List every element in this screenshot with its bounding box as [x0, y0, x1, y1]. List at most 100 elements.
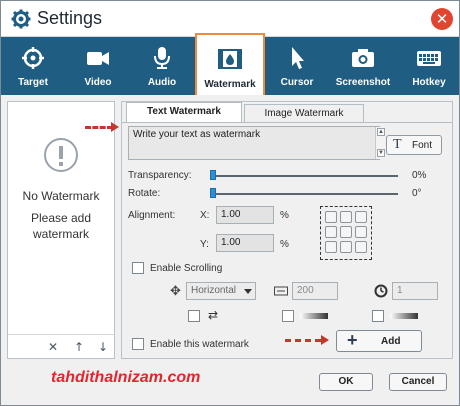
- tab-hotkey[interactable]: Hotkey: [399, 37, 459, 95]
- rotate-value: 0°: [412, 188, 422, 199]
- swap-icon: ⇄: [208, 308, 219, 322]
- enable-watermark-checkbox[interactable]: [132, 338, 144, 350]
- annotation-arrow-head: [111, 122, 119, 132]
- align-middle-right[interactable]: [355, 226, 367, 238]
- tab-label: Video: [84, 77, 112, 88]
- y-unit: %: [280, 239, 289, 250]
- cancel-button[interactable]: Cancel: [389, 373, 447, 391]
- tab-label: Audio: [147, 77, 177, 88]
- align-center[interactable]: [340, 226, 352, 238]
- align-middle-left[interactable]: [325, 226, 337, 238]
- tab-text-watermark[interactable]: Text Watermark: [126, 102, 242, 123]
- align-top-center[interactable]: [340, 211, 352, 223]
- tab-label: Target: [18, 77, 48, 88]
- scroll-speed-input[interactable]: 200: [292, 282, 338, 300]
- font-button[interactable]: T Font: [386, 135, 442, 155]
- font-button-label: Font: [412, 140, 433, 151]
- scroll-down-icon[interactable]: ▼: [377, 149, 385, 157]
- tab-screenshot[interactable]: Screenshot: [327, 37, 399, 95]
- target-icon: [22, 47, 44, 69]
- annotation-arrow-line: [285, 339, 321, 342]
- tab-watermark[interactable]: Watermark: [195, 33, 265, 95]
- alignment-grid: [320, 206, 372, 260]
- rotate-slider-thumb[interactable]: [210, 188, 216, 198]
- clock-icon: [374, 284, 388, 298]
- transparency-value: 0%: [412, 170, 427, 181]
- align-top-left[interactable]: [325, 211, 337, 223]
- chevron-down-icon: [244, 289, 252, 294]
- watermark-list: No Watermark Please add watermark ✕ ↑ ↓: [7, 101, 115, 359]
- text-scrollbar[interactable]: ▲ ▼: [375, 127, 385, 159]
- tab-video[interactable]: Video: [65, 37, 131, 95]
- empty-subtitle: Please add watermark: [30, 211, 92, 241]
- scroll-direction-select[interactable]: Horizontal: [186, 282, 256, 300]
- delete-icon[interactable]: ✕: [44, 338, 62, 356]
- empty-title: No Watermark: [22, 189, 100, 203]
- tab-audio[interactable]: Audio: [131, 37, 193, 95]
- plus-icon: +: [347, 330, 358, 350]
- enable-watermark-label: Enable this watermark: [150, 339, 249, 350]
- transparency-slider-thumb[interactable]: [210, 170, 216, 180]
- fade-in-gradient: [300, 313, 328, 319]
- tab-target[interactable]: Target: [1, 37, 65, 95]
- align-bottom-left[interactable]: [325, 241, 337, 253]
- rotate-slider[interactable]: [210, 193, 398, 195]
- move-up-icon[interactable]: ↑: [70, 338, 88, 356]
- exclamation-icon: [44, 138, 78, 172]
- settings-toolbar: Target Video Audio Watermark Cursor Scre…: [1, 33, 459, 95]
- watermark-text-value: Write your text as watermark: [133, 129, 261, 140]
- x-unit: %: [280, 210, 289, 221]
- scroll-direction-value: Horizontal: [191, 285, 237, 296]
- ok-button[interactable]: OK: [319, 373, 373, 391]
- close-button[interactable]: ✕: [431, 8, 453, 30]
- cursor-icon: [292, 47, 304, 69]
- transparency-slider[interactable]: [210, 175, 398, 177]
- x-position-input[interactable]: 1.00: [216, 206, 274, 224]
- video-camera-icon: [87, 52, 109, 65]
- scroll-up-icon[interactable]: ▲: [377, 128, 385, 136]
- font-icon: T: [393, 137, 402, 152]
- enable-scrolling-label: Enable Scrolling: [150, 263, 223, 274]
- fade-in-checkbox[interactable]: [282, 310, 294, 322]
- tab-label: Watermark: [204, 79, 256, 90]
- tab-label: Hotkey: [412, 77, 446, 88]
- watermark-editor: Text Watermark Image Watermark Write you…: [121, 101, 453, 359]
- annotation-arrow-head: [321, 335, 329, 345]
- microphone-icon: [154, 47, 170, 69]
- camera-icon: [352, 49, 374, 67]
- fade-out-gradient: [390, 313, 418, 319]
- watermark-icon: [218, 49, 242, 69]
- x-label: X:: [200, 210, 210, 221]
- add-button-label: Add: [381, 336, 401, 347]
- loop-checkbox[interactable]: [188, 310, 200, 322]
- align-bottom-center[interactable]: [340, 241, 352, 253]
- tab-divider: [122, 122, 452, 123]
- enable-scrolling-checkbox[interactable]: [132, 262, 144, 274]
- scroll-interval-input[interactable]: 1: [392, 282, 438, 300]
- speed-icon: [274, 286, 288, 296]
- move-down-icon[interactable]: ↓: [94, 338, 112, 356]
- add-button[interactable]: + Add: [336, 330, 422, 352]
- transparency-label: Transparency:: [128, 170, 192, 181]
- align-top-right[interactable]: [355, 211, 367, 223]
- tab-label: Cursor: [280, 77, 314, 88]
- tab-label: Screenshot: [335, 77, 391, 88]
- move-icon: ✥: [170, 284, 181, 299]
- settings-window: Settings ✕ Target Video Audio Watermark …: [0, 0, 460, 406]
- window-title: Settings: [37, 8, 103, 28]
- y-label: Y:: [200, 239, 209, 250]
- title-bar: Settings ✕: [1, 1, 459, 37]
- brand-watermark-text: tahdithalnizam.com: [51, 369, 201, 386]
- watermark-text-input[interactable]: Write your text as watermark ▲ ▼: [128, 126, 385, 160]
- y-position-input[interactable]: 1.00: [216, 234, 274, 252]
- list-actions: ✕ ↑ ↓: [8, 334, 114, 358]
- alignment-label: Alignment:: [128, 210, 176, 221]
- keyboard-icon: [417, 51, 441, 66]
- tab-cursor[interactable]: Cursor: [267, 37, 327, 95]
- annotation-arrow-line: [85, 126, 113, 129]
- rotate-label: Rotate:: [128, 188, 161, 199]
- fade-out-checkbox[interactable]: [372, 310, 384, 322]
- tab-image-watermark[interactable]: Image Watermark: [244, 104, 364, 122]
- gear-icon: [11, 9, 31, 29]
- align-bottom-right[interactable]: [355, 241, 367, 253]
